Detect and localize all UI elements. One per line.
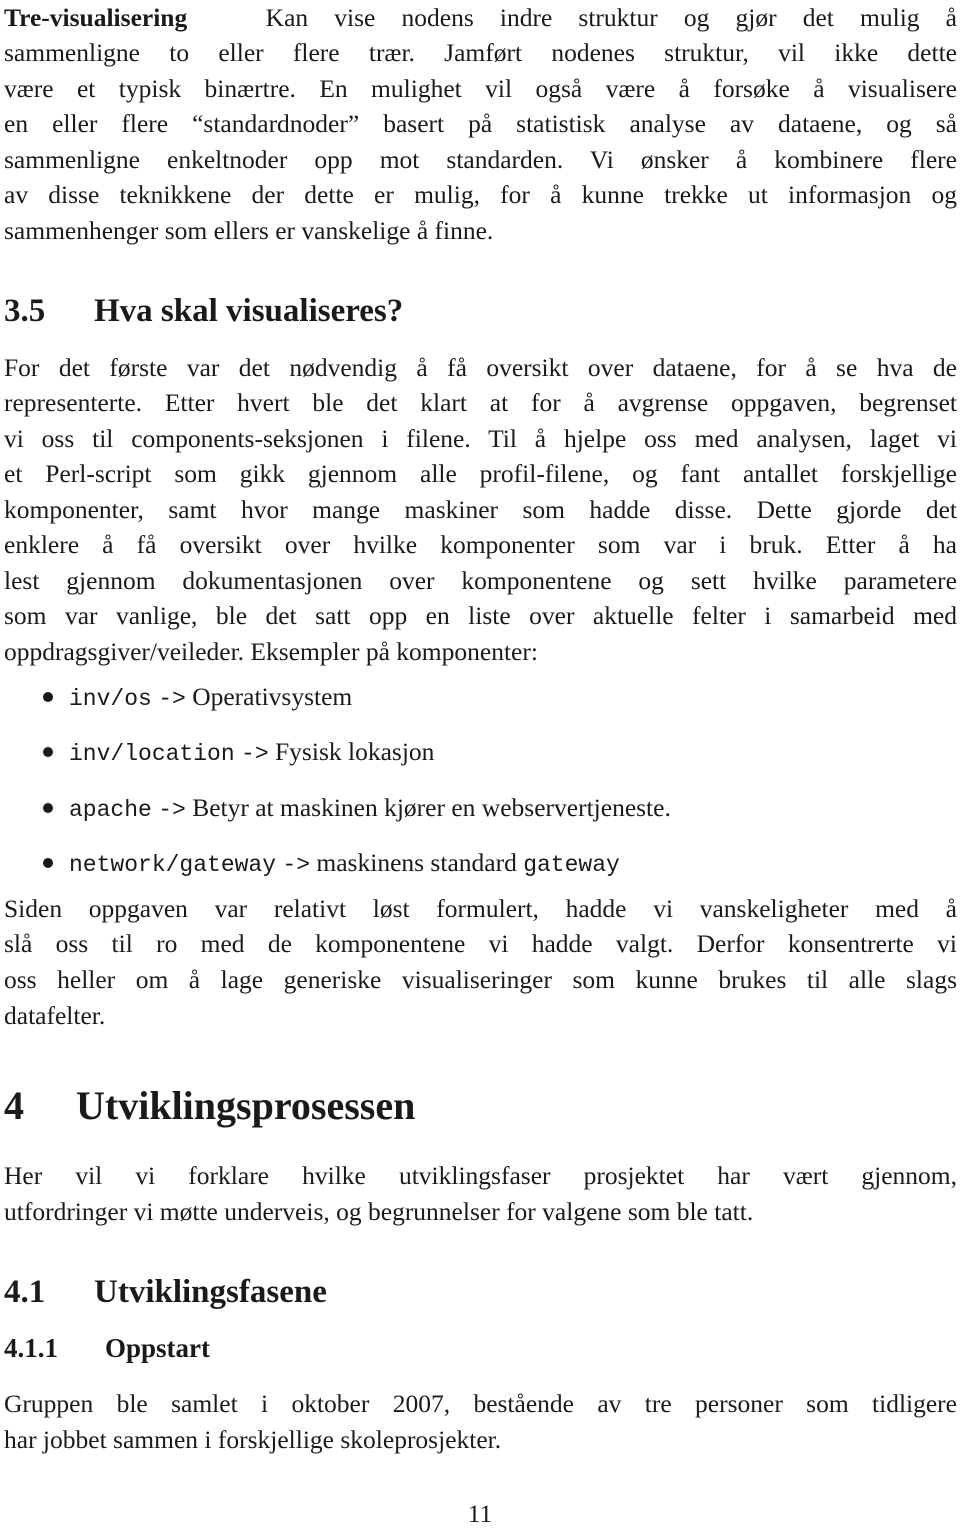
paragraph-line: Gruppen ble samlet i oktober 2007, bestå… — [4, 1389, 957, 1418]
paragraph-line: har jobbet sammen i forskjellige skolepr… — [4, 1425, 502, 1454]
paragraph-line: være et typisk binærtre. En mulighet vil… — [4, 74, 957, 103]
paragraph-line: oss heller om å lage generiske visualise… — [4, 965, 957, 994]
paragraph-line: utfordringer vi møtte underveis, og begr… — [4, 1197, 754, 1226]
paragraph-line: oppdragsgiver/veileder. Eksempler på kom… — [4, 637, 538, 666]
bullet-icon — [43, 747, 53, 758]
component-description: Operativsystem — [192, 682, 353, 711]
component-description: maskinens standard — [316, 848, 517, 877]
component-code-suffix: gateway — [523, 852, 620, 878]
page-number: 11 — [467, 1499, 493, 1528]
paragraph-line: Siden oppgaven var relativt løst formule… — [4, 894, 957, 923]
paragraph-line: slå oss til ro med de komponentene vi ha… — [4, 929, 957, 958]
section-heading-4: 4 Utviklingsprosessen — [4, 1082, 415, 1130]
paragraph-line: For det første var det nødvendig å få ov… — [4, 353, 957, 382]
paragraph-line: Her vil vi forklare hvilke utviklingsfas… — [4, 1161, 957, 1190]
paragraph-line: som var vanlige, ble det satt opp en lis… — [4, 601, 957, 630]
list-item: inv/os -> Operativsystem — [43, 679, 352, 717]
list-item: apache -> Betyr at maskinen kjører en we… — [43, 790, 671, 828]
arrow: -> — [241, 741, 269, 767]
arrow: -> — [158, 686, 186, 712]
section-number: 4.1.1 — [4, 1333, 58, 1363]
section-number: 4 — [4, 1083, 24, 1128]
paragraph-line: representerte. Etter hvert ble det klart… — [4, 388, 957, 417]
bullet-icon — [43, 803, 53, 814]
paragraph-line: et Perl-script som gikk gjennom alle pro… — [4, 459, 957, 488]
component-code: inv/location — [69, 741, 235, 767]
component-code: inv/os — [69, 686, 152, 712]
paragraph-line: enklere å få oversikt over hvilke kompon… — [4, 530, 957, 559]
paragraph-line: sammenligne enkeltnoder opp mot standard… — [4, 145, 957, 174]
description-term: Tre-visualisering — [4, 3, 188, 32]
bullet-icon — [43, 858, 53, 869]
section-heading-4-1: 4.1 Utviklingsfasene — [4, 1272, 327, 1312]
section-title: Utviklingsprosessen — [76, 1083, 416, 1128]
paragraph-line: sammenhenger som ellers er vanskelige å … — [4, 216, 494, 245]
list-item: inv/location -> Fysisk lokasjon — [43, 734, 434, 772]
section-title: Oppstart — [105, 1333, 211, 1363]
bullet-icon — [43, 692, 53, 703]
section-number: 3.5 — [4, 293, 46, 329]
paragraph-line: Tre-visualisering Kan vise nodens indre … — [4, 3, 957, 32]
paragraph-line: datafelter. — [4, 1001, 106, 1030]
component-description: Betyr at maskinen kjører en webservertje… — [192, 793, 671, 822]
component-code: apache — [69, 797, 152, 823]
paragraph-line: lest gjennom dokumentasjonen over kompon… — [4, 566, 957, 595]
paragraph-line: vi oss til components-seksjonen i filene… — [4, 424, 957, 453]
arrow: -> — [282, 852, 311, 878]
component-description: Fysisk lokasjon — [275, 737, 435, 766]
arrow: -> — [158, 797, 186, 823]
section-title: Utviklingsfasene — [94, 1274, 327, 1310]
section-heading-3-5: 3.5 Hva skal visualiseres? — [4, 291, 403, 331]
component-code: network/gateway — [69, 852, 277, 878]
section-title: Hva skal visualiseres? — [94, 293, 404, 329]
paragraph-line: en eller flere “standardnoder” basert på… — [4, 109, 957, 138]
paragraph-line: sammenligne to eller flere trær. Jamført… — [4, 38, 957, 67]
section-heading-4-1-1: 4.1.1 Oppstart — [4, 1331, 210, 1365]
list-item: network/gateway -> maskinens standard ga… — [43, 845, 620, 883]
paragraph-line: komponenter, samt hvor mange maskiner so… — [4, 495, 957, 524]
section-number: 4.1 — [4, 1274, 46, 1310]
paragraph-line: av disse teknikkene der dette er mulig, … — [4, 180, 957, 209]
